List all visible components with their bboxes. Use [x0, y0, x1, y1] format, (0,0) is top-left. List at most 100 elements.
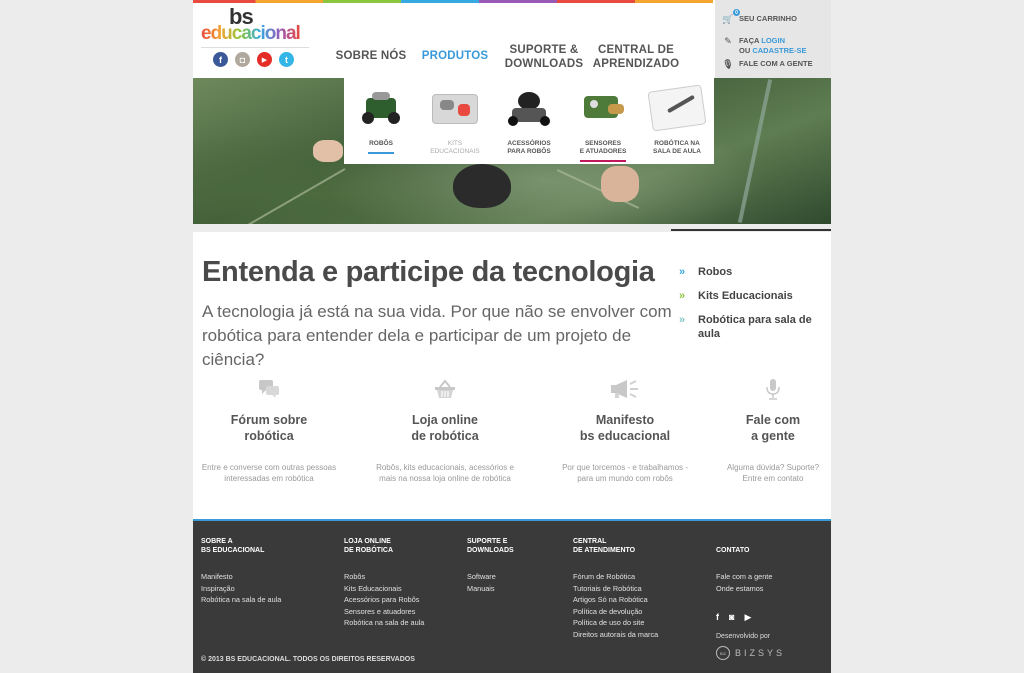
twitter-icon[interactable]: t — [279, 52, 294, 67]
side-link-sala-de-aula[interactable]: » Robótica para sala de aula — [679, 313, 819, 341]
footer-col-heading: CENTRAL DE ATENDIMENTO — [573, 537, 658, 571]
footer-link[interactable]: Manifesto — [201, 571, 281, 583]
side-links: » Robos » Kits Educacionais » Robótica p… — [679, 265, 819, 351]
features: Fórum sobre robótica Entre e converse co… — [193, 376, 831, 486]
footer-link[interactable]: Fale com a gente — [716, 571, 785, 583]
feature-title: Fórum sobre robótica — [189, 412, 349, 444]
microphone-icon: 🎙 — [722, 59, 734, 69]
footer-link[interactable]: Robótica na sala de aula — [201, 594, 281, 606]
dropdown-item-sensores[interactable]: SENSORES E ATUADORES — [566, 86, 640, 164]
feature-forum[interactable]: Fórum sobre robótica Entre e converse co… — [189, 376, 349, 484]
contact-link[interactable]: 🎙 FALE COM A GENTE — [722, 59, 812, 69]
footer-link[interactable]: Tutoriais de Robótica — [573, 583, 658, 595]
kits-image — [430, 86, 480, 130]
login-link[interactable]: LOGIN — [761, 36, 785, 45]
feature-loja[interactable]: Loja online de robótica Robôs, kits educ… — [365, 376, 525, 484]
feature-desc: Entre e converse com outras pessoas inte… — [189, 462, 349, 484]
social-links: f ◘ ▶ t — [213, 52, 294, 67]
dropdown-label-sala: ROBÓTICA NA SALA DE AULA — [653, 140, 701, 156]
facebook-icon[interactable]: f — [716, 612, 719, 623]
feature-title-l2: a gente — [751, 429, 795, 443]
feature-desc-l2: mais na nossa loja online de robótica — [379, 474, 511, 483]
wrench-icon: ✎ — [724, 36, 732, 46]
sidebar-top-line — [671, 229, 831, 231]
feature-fale-conosco[interactable]: Fale com a gente Alguma dúvida? Suporte?… — [693, 376, 853, 484]
youtube-icon[interactable]: ▶ — [744, 612, 751, 623]
footer-link[interactable]: Robôs — [344, 571, 424, 583]
feature-desc-l1: Alguma dúvida? Suporte? — [726, 463, 820, 472]
footer-col-heading: SUPORTE E DOWNLOADS — [467, 537, 514, 571]
feature-title-l1: Manifesto — [595, 413, 655, 427]
youtube-icon[interactable]: ▶ — [257, 52, 272, 67]
footer-col-central: CENTRAL DE ATENDIMENTO Fórum de Robótica… — [573, 537, 658, 640]
megaphone-icon — [545, 376, 705, 402]
footer-heading-l2: DOWNLOADS — [467, 547, 514, 554]
nav-suporte-downloads[interactable]: SUPORTE & DOWNLOADS — [501, 40, 587, 71]
login-area: ✎ FAÇA LOGIN OU CADASTRE-SE — [723, 36, 806, 56]
main-nav: SOBRE NÓS PRODUTOS SUPORTE & DOWNLOADS C… — [333, 40, 685, 71]
hero-person-head — [453, 164, 511, 208]
nav-central-aprendizado[interactable]: CENTRAL DE APRENDIZADO — [587, 40, 685, 71]
bizsys-logo[interactable]: BIZ BIZSYS — [716, 646, 785, 660]
color-strip — [193, 0, 713, 3]
logo[interactable]: bs educacional — [201, 6, 309, 46]
hero-person-arm — [601, 166, 639, 202]
footer-link[interactable]: Sensores e atuadores — [344, 606, 424, 618]
footer-link[interactable]: Fórum de Robótica — [573, 571, 658, 583]
cart-icon: 🛒 0 — [722, 9, 740, 24]
signup-link[interactable]: CADASTRE-SE — [752, 46, 806, 55]
feature-desc: Por que torcemos - e trabalhamos - para … — [545, 462, 705, 484]
dropdown-item-robos[interactable]: ROBÔS — [344, 86, 418, 164]
footer-link[interactable]: Inspiração — [201, 583, 281, 595]
side-link-label: Robos — [698, 266, 733, 278]
feature-title-l1: Fórum sobre — [230, 413, 308, 427]
footer-link[interactable]: Manuais — [467, 583, 514, 595]
feature-title-l1: Fale com — [745, 413, 801, 427]
footer-link[interactable]: Onde estamos — [716, 583, 785, 595]
footer-link[interactable]: Direitos autorais da marca — [573, 629, 658, 641]
chevron-right-icon: » — [679, 266, 685, 278]
dropdown-label-acessorios-l2: PARA ROBÔS — [507, 148, 551, 155]
footer-link[interactable]: Artigos Só na Robótica — [573, 594, 658, 606]
feature-desc-l1: Por que torcemos - e trabalhamos - — [562, 463, 688, 472]
nav-suporte-line1: SUPORTE & — [509, 44, 579, 56]
instagram-icon[interactable]: ◘ — [235, 52, 250, 67]
footer-col-contato: CONTATO Fale com a gente Onde estamos f … — [716, 537, 785, 660]
instagram-icon[interactable]: ◙ — [729, 612, 734, 623]
logo-educacional: educacional — [201, 23, 301, 44]
copyright: © 2013 BS EDUCACIONAL. TODOS OS DIREITOS… — [201, 656, 415, 663]
chevron-right-icon: » — [679, 314, 685, 326]
dropdown-label-kits-l1: KITS — [447, 140, 463, 147]
footer-link[interactable]: Software — [467, 571, 514, 583]
side-link-robos[interactable]: » Robos — [679, 265, 819, 279]
footer-link[interactable]: Acessórios para Robôs — [344, 594, 424, 606]
dropdown-item-kits[interactable]: KITS EDUCACIONAIS — [418, 86, 492, 164]
dropdown-item-sala-de-aula[interactable]: ROBÓTICA NA SALA DE AULA — [640, 84, 714, 164]
footer-col-loja: LOJA ONLINE DE ROBÓTICA Robôs Kits Educa… — [344, 537, 424, 629]
side-link-kits[interactable]: » Kits Educacionais — [679, 289, 819, 303]
accessories-image — [504, 86, 554, 130]
dropdown-label-kits-l2: EDUCACIONAIS — [430, 148, 480, 155]
side-link-label: Robótica para sala de aula — [698, 314, 812, 340]
nav-sobre-nos[interactable]: SOBRE NÓS — [333, 40, 409, 71]
footer-link[interactable]: Política de devolução — [573, 606, 658, 618]
cart-link[interactable]: 🛒 0 SEU CARRINHO — [722, 9, 797, 24]
footer-heading-l2: BS EDUCACIONAL — [201, 547, 265, 554]
footer-heading-l2: DE ROBÓTICA — [344, 547, 393, 554]
footer-socials: f ◙ ▶ — [716, 612, 785, 623]
footer-link[interactable]: Política de uso do site — [573, 617, 658, 629]
dropdown-item-acessorios[interactable]: ACESSÓRIOS PARA ROBÔS — [492, 86, 566, 164]
nav-produtos[interactable]: PRODUTOS — [409, 40, 501, 71]
login-prefix: FAÇA — [739, 36, 760, 45]
facebook-icon[interactable]: f — [213, 52, 228, 67]
hero-river — [737, 79, 773, 223]
feature-manifesto[interactable]: Manifesto bs educacional Por que torcemo… — [545, 376, 705, 484]
page-subhead: A tecnologia já está na sua vida. Por qu… — [202, 302, 672, 369]
footer-link[interactable]: Robótica na sala de aula — [344, 617, 424, 629]
dropdown-underline — [580, 160, 626, 162]
feature-title: Fale com a gente — [693, 412, 853, 444]
footer-link[interactable]: Kits Educacionais — [344, 583, 424, 595]
classroom-image — [647, 84, 707, 132]
dropdown-label-sala-l1: ROBÓTICA NA — [654, 140, 700, 147]
shopping-basket-icon — [365, 376, 525, 402]
